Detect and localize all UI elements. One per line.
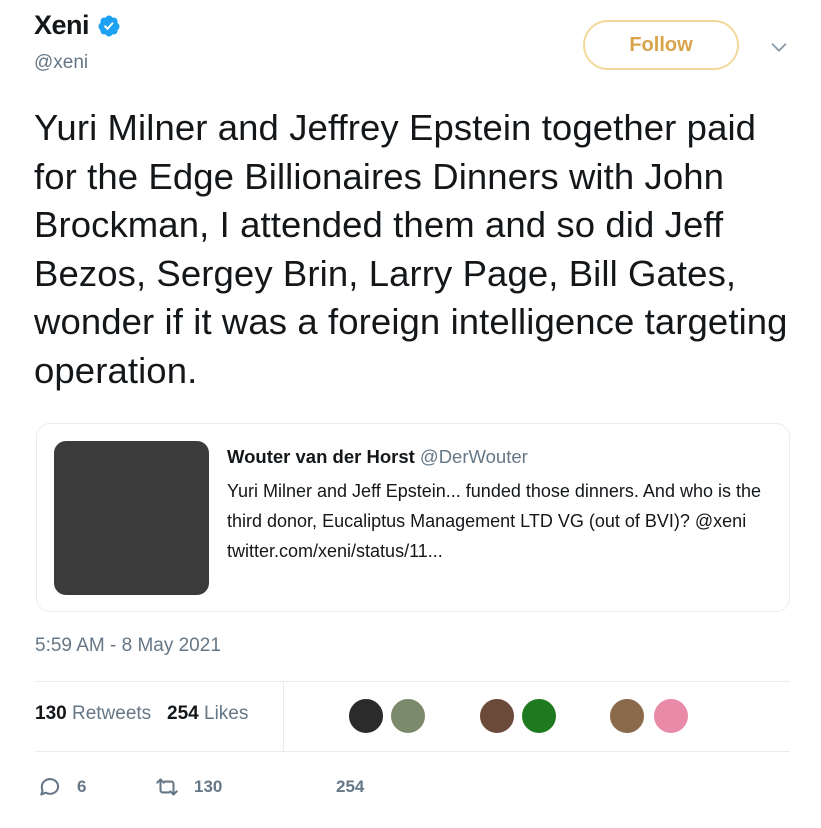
heart-icon xyxy=(299,779,319,797)
retweets-label: Retweets xyxy=(71,703,152,724)
like-action[interactable]: 254 xyxy=(296,774,364,800)
divider xyxy=(283,682,284,751)
follow-button[interactable]: Follow xyxy=(583,20,739,70)
divider xyxy=(35,681,790,682)
verified-badge-icon xyxy=(98,15,120,36)
retweets-count: 130 xyxy=(35,703,67,724)
like-count: 254 xyxy=(336,777,365,796)
quoted-tweet-header: Wouter van der Horst @DerWouter xyxy=(227,446,528,468)
tweet-timestamp[interactable]: 5:59 AM - 8 May 2021 xyxy=(35,635,221,657)
quoted-tweet-card[interactable]: Wouter van der Horst @DerWouter Yuri Mil… xyxy=(36,423,790,612)
tweet-text: Yuri Milner and Jeffrey Epstein together… xyxy=(34,107,788,391)
retweet-count: 130 xyxy=(194,777,223,796)
divider xyxy=(35,751,790,752)
liker-avatar[interactable] xyxy=(652,697,690,735)
liker-avatar[interactable] xyxy=(389,697,427,735)
author-row: Xeni xyxy=(34,10,121,41)
chevron-down-icon[interactable] xyxy=(768,36,790,58)
liker-avatar[interactable] xyxy=(478,697,516,735)
liker-avatar[interactable] xyxy=(520,697,558,735)
quoted-author-name: Wouter van der Horst xyxy=(227,446,415,467)
reply-count: 6 xyxy=(77,777,87,796)
retweets-stat[interactable]: 130 Retweets xyxy=(35,703,151,724)
author-display-name[interactable]: Xeni xyxy=(34,10,90,41)
retweet-icon xyxy=(156,778,178,796)
author-handle[interactable]: @xeni xyxy=(34,52,88,74)
tweet-header: Xeni @xeni Follow xyxy=(34,6,801,76)
reply-icon xyxy=(40,778,60,796)
likes-stat[interactable]: 254 Likes xyxy=(167,703,248,724)
liker-avatar[interactable] xyxy=(608,697,646,735)
likes-count: 254 xyxy=(167,703,199,724)
quoted-tweet-text: Yuri Milner and Jeff Epstein... funded t… xyxy=(227,481,761,561)
reply-action[interactable]: 6 xyxy=(37,774,86,800)
likes-label: Likes xyxy=(204,703,249,724)
quoted-tweet-media[interactable] xyxy=(54,441,209,595)
quoted-author-handle: @DerWouter xyxy=(419,446,528,467)
retweet-action[interactable]: 130 xyxy=(154,774,222,800)
liker-avatar[interactable] xyxy=(347,697,385,735)
tweet-stats: 130 Retweets 254 Likes xyxy=(35,703,248,725)
